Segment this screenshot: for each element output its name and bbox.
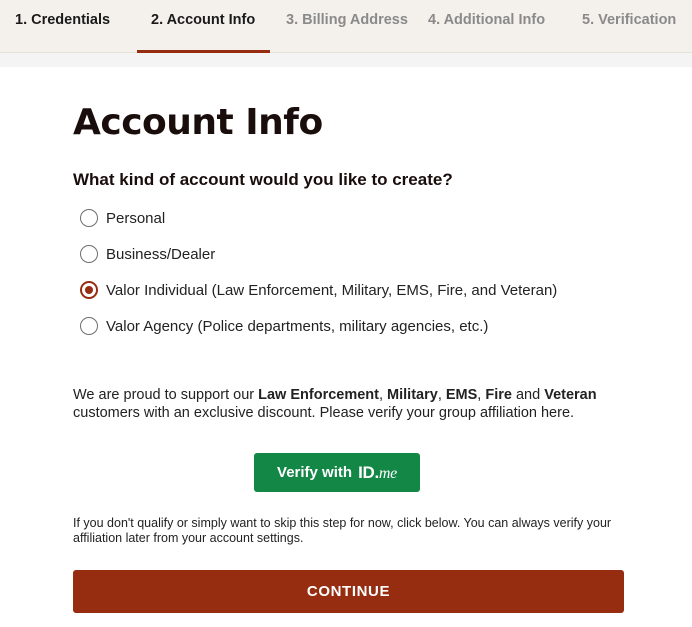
step-verification: 5. Verification <box>582 12 677 28</box>
step-billing-address: 3. Billing Address <box>286 12 408 28</box>
valor-support-text: We are proud to support our Law Enforcem… <box>73 387 597 421</box>
page-title: Account Info <box>73 102 323 143</box>
radio-label: Personal <box>106 209 166 227</box>
radio-label: Valor Agency (Police departments, milita… <box>106 317 489 335</box>
header-divider <box>0 53 692 67</box>
account-type-question: What kind of account would you like to c… <box>73 170 453 189</box>
radio-option-personal[interactable]: Personal <box>80 207 165 229</box>
radio-option-business-dealer[interactable]: Business/Dealer <box>80 243 215 265</box>
skip-info-text: If you don't qualify or simply want to s… <box>73 516 612 545</box>
step-account-info[interactable]: 2. Account Info <box>136 0 271 53</box>
radio-button-selected[interactable] <box>80 281 98 299</box>
verify-with-idme-button[interactable]: Verify with ID.me <box>254 453 420 492</box>
signup-stepper: 1. Credentials 2. Account Info 3. Billin… <box>0 0 692 53</box>
idme-logo: ID.me <box>358 462 397 482</box>
radio-label: Valor Individual (Law Enforcement, Milit… <box>106 281 558 299</box>
step-additional-info: 4. Additional Info <box>428 12 546 28</box>
continue-button[interactable]: CONTINUE <box>73 570 624 613</box>
radio-option-valor-individual[interactable]: Valor Individual (Law Enforcement, Milit… <box>80 279 557 301</box>
radio-option-valor-agency[interactable]: Valor Agency (Police departments, milita… <box>80 315 488 337</box>
radio-button[interactable] <box>80 245 98 263</box>
radio-button[interactable] <box>80 317 98 335</box>
radio-button[interactable] <box>80 209 98 227</box>
verify-button-label: Verify with <box>277 464 353 481</box>
step-credentials[interactable]: 1. Credentials <box>15 0 110 53</box>
radio-label: Business/Dealer <box>106 245 216 263</box>
